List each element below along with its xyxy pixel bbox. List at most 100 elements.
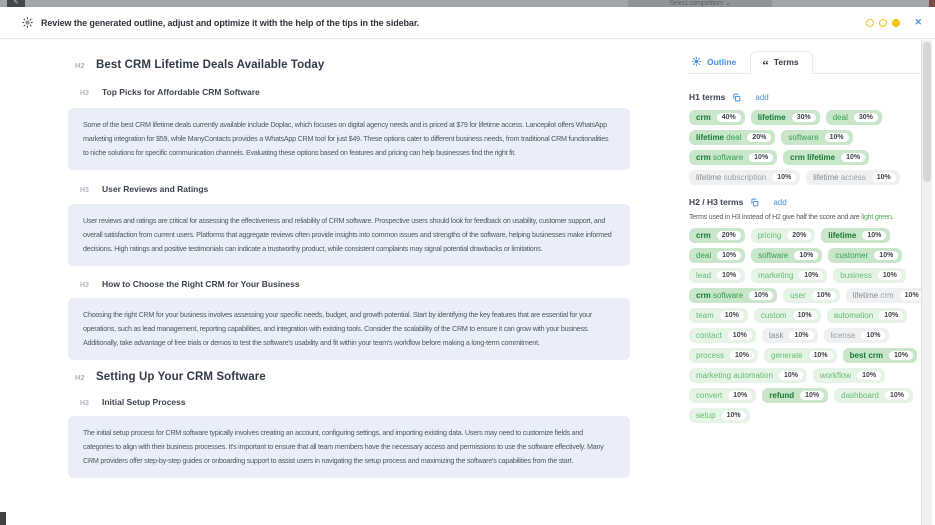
term-percent: 20%	[747, 133, 771, 142]
term-chip[interactable]: lifetime access10%	[806, 170, 899, 185]
term-chip[interactable]: crm software10%	[689, 150, 777, 165]
term-percent: 10%	[779, 371, 803, 380]
term-chip[interactable]: pricing20%	[751, 228, 816, 243]
term-chip[interactable]: generate10%	[764, 348, 837, 363]
term-chip[interactable]: contact10%	[689, 328, 756, 343]
lightbulb-icon	[21, 16, 34, 29]
chip-row: lifetime deal 20% software 10%	[689, 130, 919, 145]
sidebar: Outline “ Terms H1 terms add crm40% lifet…	[689, 47, 919, 428]
term-text: license	[831, 331, 856, 340]
term-chip[interactable]: process10%	[689, 348, 758, 363]
note-text: .	[892, 214, 894, 221]
term-chip[interactable]: convert10%	[689, 388, 756, 403]
chip-row: crm20% pricing20% lifetime10%	[689, 228, 919, 243]
term-percent: 20%	[717, 231, 741, 240]
chip-row: marketing automation10% workflow10%	[689, 368, 919, 383]
lightbulb-icon	[691, 56, 702, 67]
term-chip[interactable]: custom10%	[754, 308, 821, 323]
h1-terms-header: H1 terms add	[689, 92, 919, 102]
term-chip[interactable]: user10%	[783, 288, 840, 303]
h3-heading-row: H3User Reviews and Ratings	[80, 184, 630, 194]
term-chip[interactable]: setup10%	[689, 408, 750, 423]
term-text: lifetime subscription	[696, 173, 766, 182]
term-percent: 10%	[789, 331, 813, 340]
term-text: task	[769, 331, 784, 340]
heading-text[interactable]: Best CRM Lifetime Deals Available Today	[96, 59, 324, 71]
close-icon[interactable]: ✕	[914, 17, 922, 28]
paragraph-box[interactable]: User reviews and ratings are critical fo…	[68, 204, 630, 266]
copy-icon[interactable]	[750, 198, 759, 207]
term-percent: 10%	[793, 311, 817, 320]
term-chip[interactable]: lifetime subscription10%	[689, 170, 800, 185]
term-chip[interactable]: crm20%	[689, 228, 745, 243]
term-percent: 10%	[720, 311, 744, 320]
term-chip[interactable]: dashboard10%	[834, 388, 913, 403]
term-chip[interactable]: lifetime deal 20%	[689, 130, 775, 145]
term-chip[interactable]: workflow10%	[813, 368, 885, 383]
tab-outline[interactable]: Outline	[689, 56, 750, 73]
scrollbar[interactable]	[921, 40, 932, 525]
heading-text[interactable]: User Reviews and Ratings	[102, 184, 208, 194]
term-chip[interactable]: business10%	[833, 268, 906, 283]
term-chip[interactable]: lifetime10%	[821, 228, 890, 243]
term-chip[interactable]: crm lifetime10%	[783, 150, 869, 165]
term-text: marketing	[758, 271, 793, 280]
heading-level-label: H3	[80, 90, 93, 97]
paragraph-box[interactable]: Some of the best CRM lifetime deals curr…	[68, 108, 630, 170]
term-chip[interactable]: lifetime crm10%	[846, 288, 928, 303]
term-percent: 10%	[717, 271, 741, 280]
term-percent: 10%	[825, 133, 849, 142]
heading-text[interactable]: Setting Up Your CRM Software	[96, 371, 266, 383]
heading-text[interactable]: How to Choose the Right CRM for Your Bus…	[102, 279, 300, 289]
term-chip[interactable]: deal30%	[826, 110, 882, 125]
term-chip[interactable]: team10%	[689, 308, 748, 323]
term-chip[interactable]: lead10%	[689, 268, 745, 283]
term-chip[interactable]: crm40%	[689, 110, 745, 125]
copy-icon[interactable]	[732, 93, 741, 102]
term-chip[interactable]: lifetime30%	[751, 110, 820, 125]
term-chip[interactable]: marketing 10%	[751, 268, 827, 283]
tab-terms-label: Terms	[774, 57, 799, 67]
chip-row: crm software10%user10%lifetime crm10%	[689, 288, 919, 303]
term-text: dashboard	[841, 391, 879, 400]
term-chip[interactable]: customer10%	[828, 248, 902, 263]
heading-text[interactable]: Top Picks for Affordable CRM Software	[102, 87, 260, 97]
term-percent: 10%	[841, 153, 865, 162]
term-chip[interactable]: software10%	[751, 248, 822, 263]
step-dot	[866, 19, 874, 27]
heading-text[interactable]: Initial Setup Process	[102, 397, 186, 407]
term-chip[interactable]: best crm10%	[843, 348, 917, 363]
chip-row: crm software10% crm lifetime10%	[689, 150, 919, 165]
h2-heading-row: H2Best CRM Lifetime Deals Available Toda…	[75, 59, 630, 71]
tab-terms[interactable]: “ Terms	[750, 51, 812, 74]
term-chip[interactable]: marketing automation10%	[689, 368, 807, 383]
chip-row: setup10%	[689, 408, 919, 423]
term-percent: 40%	[717, 113, 741, 122]
term-chip[interactable]: crm software10%	[689, 288, 777, 303]
term-percent: 10%	[857, 371, 881, 380]
term-chip[interactable]: license10%	[824, 328, 890, 343]
term-percent: 10%	[799, 271, 823, 280]
term-percent: 10%	[730, 351, 754, 360]
step-dot	[892, 19, 900, 27]
term-chip[interactable]: task 10%	[762, 328, 818, 343]
term-chip[interactable]: refund10%	[762, 388, 828, 403]
paragraph-box[interactable]: Choosing the right CRM for your business…	[68, 298, 630, 360]
term-text: lifetime deal	[696, 133, 741, 142]
tip-banner: Review the generated outline, adjust and…	[0, 7, 935, 39]
add-term-link[interactable]: add	[773, 198, 786, 207]
term-percent: 10%	[889, 351, 913, 360]
term-percent: 10%	[879, 311, 903, 320]
scrollbar-thumb[interactable]	[923, 42, 931, 182]
h2h3-terms-header: H2 / H3 terms add	[689, 197, 919, 207]
paragraph-box[interactable]: The initial setup process for CRM softwa…	[68, 416, 630, 478]
term-chip[interactable]: software 10%	[781, 130, 852, 145]
term-chip[interactable]: automation10%	[827, 308, 908, 323]
term-text: contact	[696, 331, 722, 340]
edit-pencil-icon: ✎	[7, 0, 25, 7]
term-percent: 10%	[872, 173, 896, 182]
term-chip[interactable]: deal10%	[689, 248, 745, 263]
add-term-link[interactable]: add	[755, 93, 768, 102]
term-text: software	[788, 133, 818, 142]
select-competitors-dropdown[interactable]: Select competitors ⌄	[628, 0, 772, 7]
